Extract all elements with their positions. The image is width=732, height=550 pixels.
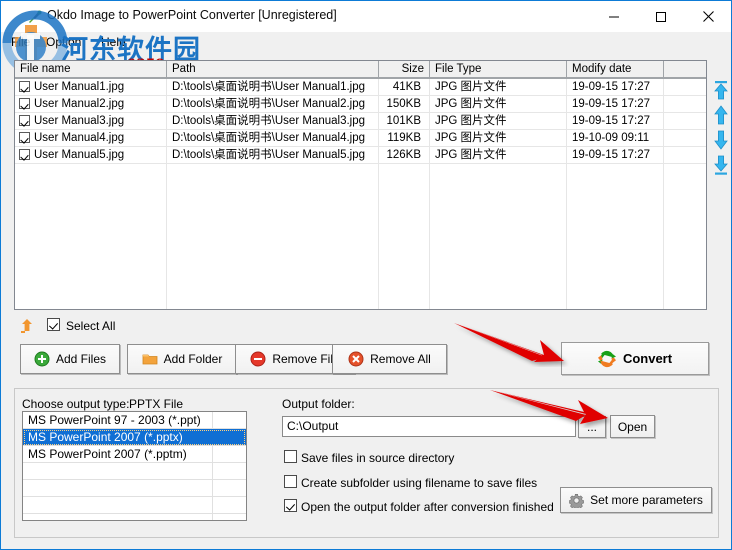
output-type-option-pptm[interactable]: MS PowerPoint 2007 (*.pptm) <box>23 446 246 463</box>
maximize-button[interactable] <box>638 1 684 32</box>
table-row[interactable]: User Manual1.jpg D:\tools\桌面说明书\User Man… <box>15 79 706 96</box>
create-subfolder-checkbox[interactable] <box>284 475 297 488</box>
convert-button[interactable]: Convert <box>561 342 709 375</box>
add-folder-label: Add Folder <box>163 352 223 366</box>
menu-item-file[interactable]: File <box>7 35 34 49</box>
cell-file-name: User Manual1.jpg <box>15 79 167 95</box>
cell-file-type: JPG 图片文件 <box>430 79 567 95</box>
cell-modify-date: 19-09-15 17:27 <box>567 147 664 163</box>
cell-file-type: JPG 图片文件 <box>430 130 567 146</box>
table-row[interactable]: User Manual2.jpg D:\tools\桌面说明书\User Man… <box>15 96 706 113</box>
create-subfolder-label: Create subfolder using filename to save … <box>301 476 538 490</box>
file-list-table[interactable]: File name Path Size File Type Modify dat… <box>14 60 707 310</box>
add-plus-icon <box>34 351 50 367</box>
cell-size: 119KB <box>379 130 430 146</box>
output-folder-label: Output folder: <box>282 397 355 411</box>
add-files-label: Add Files <box>55 352 107 366</box>
column-header-file-type[interactable]: File Type <box>430 61 567 78</box>
output-type-option-empty <box>23 497 246 514</box>
remove-file-label: Remove File <box>272 352 340 366</box>
convert-arrows-icon <box>597 350 616 368</box>
set-more-parameters-button[interactable]: Set more parameters <box>560 487 712 513</box>
output-type-option-ppt[interactable]: MS PowerPoint 97 - 2003 (*.ppt) <box>23 412 246 429</box>
app-window: Okdo Image to PowerPoint Converter [Unre… <box>0 0 732 550</box>
cell-path: D:\tools\桌面说明书\User Manual1.jpg <box>167 79 379 95</box>
cell-path: D:\tools\桌面说明书\User Manual3.jpg <box>167 113 379 129</box>
move-down-icon[interactable] <box>711 129 731 151</box>
menu-item-help[interactable]: Help <box>97 35 130 49</box>
minus-circle-icon <box>250 351 266 367</box>
output-folder-input[interactable]: C:\Output <box>282 416 576 437</box>
cell-file-name: User Manual4.jpg <box>15 130 167 146</box>
cell-file-name: User Manual2.jpg <box>15 96 167 112</box>
cell-size: 101KB <box>379 113 430 129</box>
add-files-button[interactable]: Add Files <box>20 344 120 374</box>
x-circle-icon <box>348 351 364 367</box>
add-folder-button[interactable]: Add Folder <box>127 344 237 374</box>
convert-label: Convert <box>622 351 673 366</box>
menu-item-option[interactable]: Option <box>42 35 85 49</box>
save-in-source-checkbox[interactable] <box>284 450 297 463</box>
set-more-parameters-label: Set more parameters <box>590 493 703 507</box>
column-header-size[interactable]: Size <box>379 61 430 78</box>
cell-modify-date: 19-09-15 17:27 <box>567 96 664 112</box>
select-all-checkbox[interactable] <box>47 318 60 331</box>
browse-folder-button[interactable]: ... <box>578 416 606 438</box>
reorder-buttons <box>711 79 731 177</box>
cell-file-type: JPG 图片文件 <box>430 113 567 129</box>
move-up-icon[interactable] <box>711 104 731 126</box>
title-bar: Okdo Image to PowerPoint Converter [Unre… <box>1 1 731 32</box>
cell-file-type: JPG 图片文件 <box>430 96 567 112</box>
cell-blank <box>664 130 706 146</box>
table-row[interactable]: User Manual3.jpg D:\tools\桌面说明书\User Man… <box>15 113 706 130</box>
column-header-path[interactable]: Path <box>167 61 379 78</box>
cell-file-type: JPG 图片文件 <box>430 147 567 163</box>
open-output-folder-label: Open the output folder after conversion … <box>301 500 554 514</box>
cell-blank <box>664 79 706 95</box>
folder-icon <box>142 351 158 367</box>
move-to-bottom-icon[interactable] <box>711 154 731 176</box>
cell-blank <box>664 96 706 112</box>
cell-modify-date: 19-10-09 09:11 <box>567 130 664 146</box>
cell-size: 41KB <box>379 79 430 95</box>
close-button[interactable] <box>685 1 731 32</box>
cell-size: 126KB <box>379 147 430 163</box>
cell-path: D:\tools\桌面说明书\User Manual5.jpg <box>167 147 379 163</box>
cell-path: D:\tools\桌面说明书\User Manual2.jpg <box>167 96 379 112</box>
remove-all-button[interactable]: Remove All <box>332 344 447 374</box>
table-header-row: File name Path Size File Type Modify dat… <box>15 61 706 79</box>
cell-modify-date: 19-09-15 17:27 <box>567 113 664 129</box>
cell-file-name: User Manual3.jpg <box>15 113 167 129</box>
cell-path: D:\tools\桌面说明书\User Manual4.jpg <box>167 130 379 146</box>
cell-blank <box>664 147 706 163</box>
table-row[interactable]: User Manual5.jpg D:\tools\桌面说明书\User Man… <box>15 147 706 164</box>
open-folder-button[interactable]: Open <box>610 415 655 438</box>
open-output-folder-checkbox[interactable] <box>284 499 297 512</box>
gear-icon <box>568 493 585 510</box>
window-title: Okdo Image to PowerPoint Converter [Unre… <box>47 8 337 22</box>
cell-blank <box>664 113 706 129</box>
move-to-top-icon[interactable] <box>711 79 731 101</box>
output-type-value: PPTX File <box>129 397 184 411</box>
menu-bar: File Option Help <box>1 32 731 53</box>
select-all-label: Select All <box>66 319 116 333</box>
column-header-file-name[interactable]: File name <box>15 61 167 78</box>
output-type-list[interactable]: MS PowerPoint 97 - 2003 (*.ppt) MS Power… <box>22 411 247 521</box>
app-icon <box>27 9 43 25</box>
import-arrow-icon <box>19 318 37 334</box>
save-in-source-label: Save files in source directory <box>301 451 455 465</box>
output-type-option-empty <box>23 480 246 497</box>
output-type-option-empty <box>23 463 246 480</box>
minimize-button[interactable] <box>591 1 637 32</box>
cell-size: 150KB <box>379 96 430 112</box>
output-type-label: Choose output type: <box>22 397 130 411</box>
column-header-modify-date[interactable]: Modify date <box>567 61 664 78</box>
remove-all-label: Remove All <box>370 352 431 366</box>
output-type-option-pptx[interactable]: MS PowerPoint 2007 (*.pptx) <box>23 429 246 446</box>
column-header-blank[interactable] <box>664 61 706 78</box>
table-row[interactable]: User Manual4.jpg D:\tools\桌面说明书\User Man… <box>15 130 706 147</box>
cell-modify-date: 19-09-15 17:27 <box>567 79 664 95</box>
cell-file-name: User Manual5.jpg <box>15 147 167 163</box>
